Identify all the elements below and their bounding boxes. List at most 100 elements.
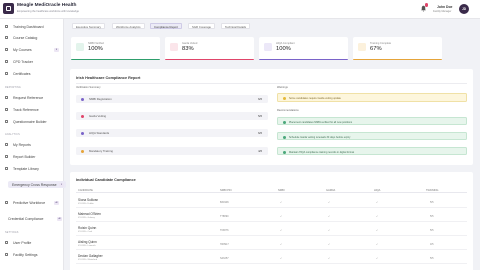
training-status: 4/5	[430, 242, 434, 246]
sidebar-item-my-courses[interactable]: My Courses 8	[5, 46, 61, 53]
stat-card-garda: Garda Vetted 83%	[165, 37, 254, 60]
emergency-count-badge: 3	[59, 182, 64, 187]
sidebar-item-predictive-workforce[interactable]: Predictive Workforce AI	[5, 199, 61, 206]
notification-dot	[424, 3, 428, 7]
verification-value: 6/6	[258, 131, 262, 136]
recommendation-text: Schedule Garda vetting renewals 30 days …	[289, 135, 351, 139]
column-header: HIQA	[374, 189, 381, 192]
sidebar-item-request-reference[interactable]: Request Reference	[5, 94, 61, 101]
recommendation-text: Maintain HIQA compliance training record…	[289, 150, 355, 154]
table-row[interactable]: Roisin Quinn ICU RN • Cork T03876 ✓ ✓ ✓ …	[76, 224, 467, 236]
sidebar-item-label: Course Catalog	[13, 35, 38, 40]
verification-label: NMBI Registration	[89, 97, 112, 102]
table-row[interactable]: Mairead O'Brien ICU RN • Galway T78890 ✓…	[76, 210, 467, 222]
section-label-settings: SETTINGS	[5, 231, 19, 234]
sidebar-item-cpd-tracker[interactable]: CPD Tracker	[5, 58, 61, 65]
nmbi-pin: T03876	[220, 228, 229, 232]
sidebar-item-report-builder[interactable]: Report Builder	[5, 153, 61, 160]
user-icon	[5, 241, 8, 244]
candidate-role: ICU RN • Galway	[78, 216, 95, 219]
garda-status: ✓	[328, 228, 331, 232]
certificate-icon	[5, 72, 8, 75]
compliance-report-panel: Irish Healthcare Compliance Report Verif…	[70, 69, 473, 165]
stat-value: 67%	[370, 46, 382, 52]
sidebar-item-emergency-cross-response[interactable]: Emergency Cross Response 3	[8, 181, 66, 188]
sidebar-item-label: Training Dashboard	[13, 24, 44, 29]
candidate-role: ICU RN • Dublin	[78, 202, 94, 205]
garda-status: ✓	[328, 200, 331, 204]
template-icon	[5, 167, 8, 170]
sidebar-item-my-reports[interactable]: My Reports	[5, 141, 61, 148]
standards-icon	[81, 131, 84, 135]
shield-check-icon	[76, 43, 84, 51]
sidebar-item-label: Track Reference	[13, 107, 39, 112]
sidebar-item-course-catalog[interactable]: Course Catalog	[5, 34, 61, 41]
candidates-title: Individual Candidate Compliance	[76, 178, 136, 182]
nmbi-status: ✓	[280, 228, 283, 232]
sidebar-item-credential-compliance[interactable]: Credential Compliance AI	[8, 215, 64, 222]
sidebar-item-label: My Reports	[13, 142, 31, 147]
candidate-name: Mairead O'Brien	[78, 212, 101, 216]
hiqa-status: ✓	[376, 256, 379, 260]
sidebar-item-certificates[interactable]: Certificates	[5, 70, 61, 77]
training-icon	[81, 149, 84, 153]
user-avatar[interactable]: JD	[459, 4, 469, 14]
stat-accent-bar	[353, 58, 442, 60]
recommendation-item: Placement candidates NMBI-verified for a…	[277, 117, 467, 125]
check-circle-icon	[283, 150, 286, 154]
sidebar-item-label: Emergency Cross Response	[12, 182, 57, 187]
training-status: 5/5	[430, 200, 434, 204]
sidebar-item-label: My Courses	[13, 47, 32, 52]
tab-technical-details[interactable]: Technical Details	[221, 23, 250, 29]
sidebar-item-label: Report Builder	[13, 154, 36, 159]
training-status: 5/5	[430, 228, 434, 232]
chevron-right-icon	[5, 201, 8, 204]
nmbi-status: ✓	[280, 200, 283, 204]
tab-executive-summary[interactable]: Executive Summary	[72, 23, 105, 29]
verification-row-nmbi: NMBI Registration 6/6	[76, 95, 268, 103]
check-circle-icon	[283, 135, 286, 139]
tab-workforce-analytics[interactable]: Workforce Analytics	[112, 23, 145, 29]
tab-compliance-report[interactable]: Compliance Report	[150, 23, 182, 29]
candidate-role: ICU RN • Limerick	[78, 244, 96, 247]
app-logo[interactable]	[3, 3, 14, 14]
nmbi-pin: S43257	[220, 256, 229, 260]
notification-bell-button[interactable]	[419, 3, 428, 13]
stat-label: Training Complete	[370, 42, 392, 45]
sidebar-item-questionnaire-builder[interactable]: Questionnaire Builder	[5, 118, 61, 125]
questionnaire-icon	[5, 120, 8, 123]
verification-summary-title: Verification Summary	[76, 86, 101, 89]
table-row[interactable]: Siona Sullivan ICU RN • Dublin B34906 ✓ …	[76, 196, 467, 208]
stat-card-training: Training Complete 67%	[353, 37, 442, 60]
table-row[interactable]: Aisling Quinn ICU RN • Limerick H48917 ✓…	[76, 238, 467, 250]
sidebar-item-track-reference[interactable]: Track Reference	[5, 106, 61, 113]
stat-card-hiqa: HIQA Compliant 100%	[259, 37, 348, 60]
table-row[interactable]: Declan Gallagher ICU RN • Waterford S432…	[76, 252, 467, 264]
sidebar-item-facility-settings[interactable]: Facility Settings	[5, 251, 61, 258]
registration-icon	[81, 97, 84, 101]
stat-accent-bar	[259, 58, 348, 60]
verification-label: HIQA Standards	[89, 131, 110, 136]
candidate-name: Roisin Quinn	[78, 226, 97, 230]
sidebar-item-label: Questionnaire Builder	[13, 119, 47, 124]
book-icon	[5, 36, 8, 39]
divider	[76, 83, 467, 84]
table-header: CANDIDATE NMBI PIN NMBI GARDA HIQA TRAIN…	[76, 188, 467, 193]
hiqa-status: ✓	[376, 228, 379, 232]
report-title: Irish Healthcare Compliance Report	[76, 76, 141, 80]
sidebar-item-training-dashboard[interactable]: Training Dashboard	[5, 23, 61, 30]
sidebar-item-user-profile[interactable]: User Profile	[5, 239, 61, 246]
sidebar-item-label: Facility Settings	[13, 252, 38, 257]
sidebar-item-template-library[interactable]: Template Library	[5, 165, 61, 172]
tab-sgr-coverage[interactable]: SGR Coverage	[188, 23, 215, 29]
column-header: TRAINING	[426, 189, 439, 192]
column-header: NMBI	[278, 189, 285, 192]
badge-icon	[170, 43, 178, 51]
logo-icon	[6, 6, 11, 11]
recommendations-title: Recommendations	[277, 109, 299, 112]
user-role: Facility Manager	[433, 10, 452, 13]
app-header: Meagle MediOracle Health Empowering the …	[0, 0, 480, 19]
candidate-name: Aisling Quinn	[78, 240, 97, 244]
hiqa-status: ✓	[376, 200, 379, 204]
verification-row-hiqa: HIQA Standards 6/6	[76, 129, 268, 137]
